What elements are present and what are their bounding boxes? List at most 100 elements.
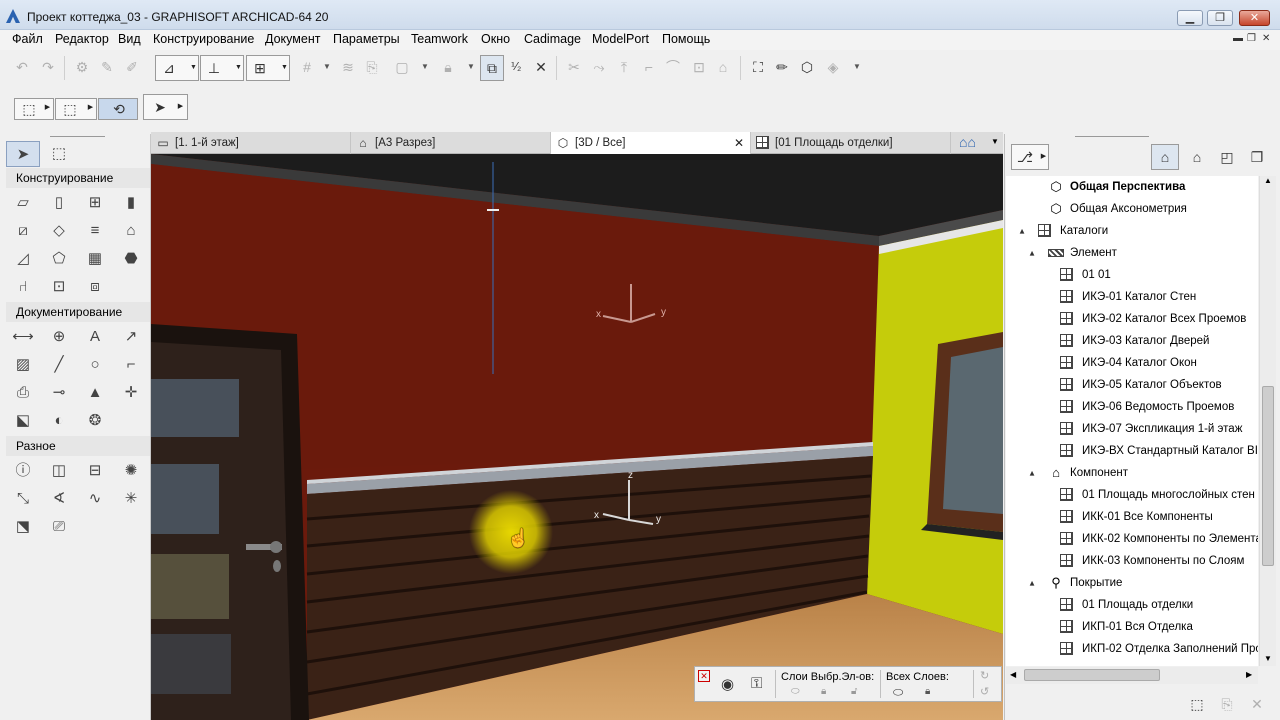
label-tool-icon[interactable]: ↗ — [118, 324, 144, 350]
grid-icon[interactable]: # — [297, 57, 317, 77]
text-tool-icon[interactable]: A — [82, 324, 108, 350]
tree-item[interactable]: ИКП-02 Отделка Заполнений Проемов — [1006, 638, 1258, 660]
project-tree[interactable]: ⬡ Общая Перспектива ⬡ Общая Аксонометрия ▼ Ка… — [1006, 176, 1258, 666]
line-tool-icon[interactable]: ╱ — [46, 352, 72, 378]
chevron-down-icon[interactable]: ▼ — [847, 57, 867, 77]
selected-layers-hide-icon[interactable]: ⬭ — [791, 686, 800, 697]
dimension-icon[interactable]: ⅟₂ — [506, 57, 526, 77]
morph-tool-icon[interactable]: ⬣ — [118, 246, 144, 272]
publisher-icon[interactable]: ❐ — [1247, 147, 1267, 167]
hotspot-tool-icon[interactable]: ✛ — [118, 380, 144, 406]
selected-layers-unlock-icon[interactable]: 🔓︎ — [851, 686, 857, 697]
selected-layers-lock-icon[interactable]: 🔒︎ — [821, 686, 826, 697]
curtain-wall-tool-icon[interactable]: ▦ — [82, 246, 108, 272]
circle-tool-icon[interactable]: ○ — [82, 352, 108, 378]
tab-floor-plan[interactable]: ▭ [1. 1-й этаж] — [151, 132, 351, 154]
scroll-left-icon[interactable]: ◀ — [1010, 670, 1016, 679]
polyline-tool-icon[interactable]: ⌐ — [118, 352, 144, 378]
chevron-down-icon[interactable]: ▼ — [991, 137, 999, 146]
menu-modelport[interactable]: ModelPort — [592, 32, 649, 46]
scroll-thumb[interactable] — [1024, 669, 1160, 681]
menu-edit[interactable]: Редактор — [55, 32, 109, 46]
sun-tool-icon[interactable]: ✳ — [118, 486, 144, 512]
3d-viewport[interactable]: x y z x y ☝ — [151, 154, 1003, 720]
expand-toggle-icon[interactable]: ▼ — [1026, 242, 1036, 264]
shell-tool-icon[interactable]: ◿ — [10, 246, 36, 272]
detail-tool-icon[interactable]: ◐ — [46, 408, 72, 434]
drawing-tool-icon[interactable]: ⎙ — [10, 380, 36, 406]
wall-tool-icon[interactable]: ▱ — [10, 190, 36, 216]
menu-options[interactable]: Параметры — [333, 32, 400, 46]
beam-tool-icon[interactable]: ⧄ — [10, 218, 36, 244]
wall-end-tool-icon[interactable]: ◫ — [46, 458, 72, 484]
camera-tool-icon[interactable]: ⎚ — [46, 514, 72, 540]
tree-item[interactable]: ▼ ⚲ Покрытие — [1006, 572, 1258, 594]
expand-toggle-icon[interactable]: ▼ — [1026, 572, 1036, 594]
orbit-button[interactable]: ⟲ — [98, 98, 138, 120]
offset-icon[interactable]: ⤒ — [614, 57, 634, 77]
section-design[interactable]: Конструирование — [6, 168, 150, 188]
worksheet-tool-icon[interactable]: ⬕ — [10, 408, 36, 434]
snap-guides-button[interactable]: ⊥ ▼ — [200, 55, 244, 81]
minimize-button[interactable]: ▁ — [1177, 10, 1203, 26]
tree-item[interactable]: ИКЭ-ВХ Стандартный Каталог BIM — [1006, 440, 1258, 462]
scroll-thumb[interactable] — [1262, 386, 1274, 566]
grid-snap-button[interactable]: ⊞ ▼ — [246, 55, 290, 81]
grid-element-tool-icon[interactable]: ⓘ — [10, 458, 36, 484]
tree-item[interactable]: ИКЭ-02 Каталог Всех Проемов — [1006, 308, 1258, 330]
lock-icon[interactable]: 🔒︎ — [438, 57, 458, 77]
roof-tool-icon[interactable]: ⌂ — [118, 218, 144, 244]
corner-window-tool-icon[interactable]: ⊟ — [82, 458, 108, 484]
menu-teamwork[interactable]: Teamwork — [411, 32, 468, 46]
spline-tool-icon[interactable]: ∿ — [82, 486, 108, 512]
tree-item[interactable]: ▼ Каталоги — [1006, 220, 1258, 242]
split-icon[interactable]: ✂ — [564, 57, 584, 77]
mesh-tool-icon[interactable]: ⧈ — [82, 274, 108, 300]
section-more[interactable]: Разное — [6, 436, 150, 456]
3d-mode-button-1[interactable]: ⬚ ▶ — [14, 98, 54, 120]
tree-item[interactable]: ИКП-01 Вся Отделка — [1006, 616, 1258, 638]
lamp-tool-icon[interactable]: ✺ — [118, 458, 144, 484]
tree-item[interactable]: ИКЭ-04 Каталог Окон — [1006, 352, 1258, 374]
change-tool-icon[interactable]: ❂ — [82, 408, 108, 434]
expand-toggle-icon[interactable]: ▼ — [1026, 462, 1036, 484]
chevron-down-icon[interactable]: ▼ — [415, 57, 435, 77]
tab-3d[interactable]: ⬡ [3D / Все] ✕ — [551, 132, 751, 154]
menu-window[interactable]: Окно — [481, 32, 510, 46]
mdi-restore-icon[interactable]: ❐ — [1247, 33, 1256, 44]
mdi-minimize-icon[interactable]: ▬ — [1233, 33, 1243, 44]
menu-view[interactable]: Вид — [118, 32, 141, 46]
scroll-down-icon[interactable]: ▼ — [1264, 654, 1272, 663]
tree-item[interactable]: ИКЭ-07 Экспликация 1-й этаж — [1006, 418, 1258, 440]
undo-icon[interactable]: ↻ — [980, 669, 989, 682]
scroll-right-icon[interactable]: ▶ — [1246, 670, 1252, 679]
arrow-tool-button[interactable]: ➤ ▶ — [143, 94, 188, 120]
column-tool-icon[interactable]: ▮ — [118, 190, 144, 216]
menu-cadimage[interactable]: Cadimage — [524, 32, 581, 46]
tree-item[interactable]: 01 Площадь отделки — [1006, 594, 1258, 616]
restore-button[interactable]: ❐ — [1207, 10, 1233, 26]
fillet-icon[interactable]: ⌐ — [639, 57, 659, 77]
palette-grip[interactable] — [1075, 136, 1149, 137]
scroll-up-icon[interactable]: ▲ — [1264, 176, 1272, 185]
guide-lines-button[interactable]: ⊿ ▼ — [155, 55, 199, 81]
eyedropper-icon[interactable]: ✐ — [122, 57, 142, 77]
layer-eye-icon[interactable]: ◉ — [721, 675, 734, 693]
pick-up-icon[interactable]: ⚙ — [72, 57, 92, 77]
arrow-select-tool[interactable]: ➤ — [6, 141, 40, 167]
level-dimension-tool-icon[interactable]: ⊕ — [46, 324, 72, 350]
redo-icon[interactable]: ↺ — [980, 685, 989, 698]
3d-scene[interactable] — [151, 154, 1003, 720]
3d-mode-button-2[interactable]: ⬚ ▶ — [55, 98, 97, 120]
tree-item[interactable]: ⬡ Общая Перспектива — [1006, 176, 1258, 198]
cross-icon[interactable]: ✕ — [531, 57, 551, 77]
marquee-tool[interactable]: ⬚ — [46, 141, 72, 167]
tab-schedule[interactable]: [01 Площадь отделки] — [751, 132, 951, 154]
palette-grip[interactable] — [50, 136, 105, 137]
door-tool-icon[interactable]: ▯ — [46, 190, 72, 216]
menu-file[interactable]: Файл — [12, 32, 43, 46]
resize-icon[interactable]: ⊡ — [689, 57, 709, 77]
zone-tool-icon[interactable]: ⊡ — [46, 274, 72, 300]
selection-area-icon[interactable]: ⛶ — [748, 57, 768, 77]
dimension-tool-icon[interactable]: ⟷ — [10, 324, 36, 350]
